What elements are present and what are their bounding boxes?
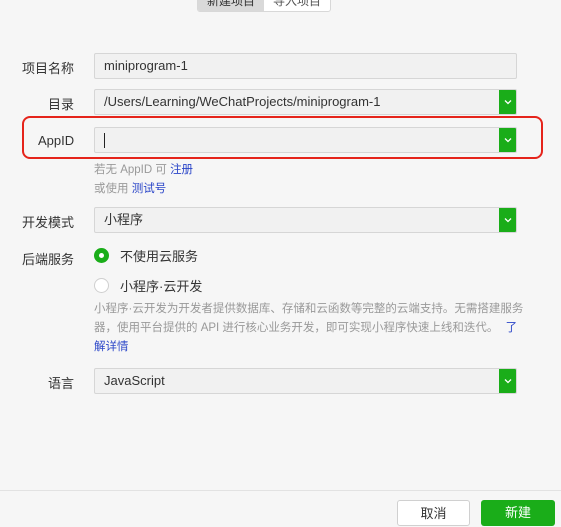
dialog-footer	[0, 490, 561, 520]
tab-import-project[interactable]: 导入项目	[264, 0, 330, 11]
text-cursor	[104, 133, 105, 149]
radio-no-cloud-label: 不使用云服务	[120, 249, 199, 264]
backend-label: 后端服务	[22, 252, 75, 267]
language-select[interactable]: JavaScript	[94, 368, 517, 394]
chevron-down-icon[interactable]	[499, 128, 516, 152]
appid-select[interactable]	[94, 127, 517, 153]
appid-label: AppID	[38, 133, 75, 148]
register-hint-text: 若无 AppID 可	[94, 164, 167, 176]
register-link[interactable]: 注册	[170, 164, 193, 176]
radio-no-cloud[interactable]: 不使用云服务	[94, 246, 198, 265]
directory-label: 目录	[48, 97, 75, 112]
appid-test-hint: 或使用 测试号	[94, 180, 166, 196]
create-button[interactable]: 新建	[481, 500, 555, 526]
chevron-down-icon[interactable]	[499, 208, 516, 232]
language-label: 语言	[48, 376, 75, 391]
cancel-button[interactable]: 取消	[397, 500, 470, 526]
directory-value: /Users/Learning/WeChatProjects/miniprogr…	[104, 94, 381, 109]
chevron-down-icon[interactable]	[499, 90, 516, 114]
directory-select[interactable]: /Users/Learning/WeChatProjects/miniprogr…	[94, 89, 517, 115]
project-tabs: 新建项目 导入项目	[197, 0, 332, 12]
chevron-down-icon[interactable]	[499, 369, 516, 393]
radio-unchecked-icon[interactable]	[94, 278, 109, 293]
cloud-dev-description: 小程序·云开发为开发者提供数据库、存储和云函数等完整的云端支持。无需搭建服务器，…	[94, 300, 524, 357]
radio-cloud-dev-label: 小程序·云开发	[120, 279, 203, 294]
language-value: JavaScript	[104, 373, 165, 388]
project-name-label: 项目名称	[22, 61, 75, 76]
tab-new-project[interactable]: 新建项目	[198, 0, 265, 11]
appid-register-hint: 若无 AppID 可 注册	[94, 161, 193, 177]
test-hint-text: 或使用	[94, 183, 129, 195]
dev-mode-select[interactable]: 小程序	[94, 207, 517, 233]
test-account-link[interactable]: 测试号	[132, 183, 167, 195]
project-name-input[interactable]: miniprogram-1	[94, 53, 517, 79]
radio-cloud-dev[interactable]: 小程序·云开发	[94, 276, 202, 295]
dev-mode-value: 小程序	[104, 212, 144, 227]
dev-mode-label: 开发模式	[22, 215, 75, 230]
radio-checked-icon[interactable]	[94, 248, 109, 263]
cloud-dev-description-text: 小程序·云开发为开发者提供数据库、存储和云函数等完整的云端支持。无需搭建服务器，…	[94, 303, 524, 334]
